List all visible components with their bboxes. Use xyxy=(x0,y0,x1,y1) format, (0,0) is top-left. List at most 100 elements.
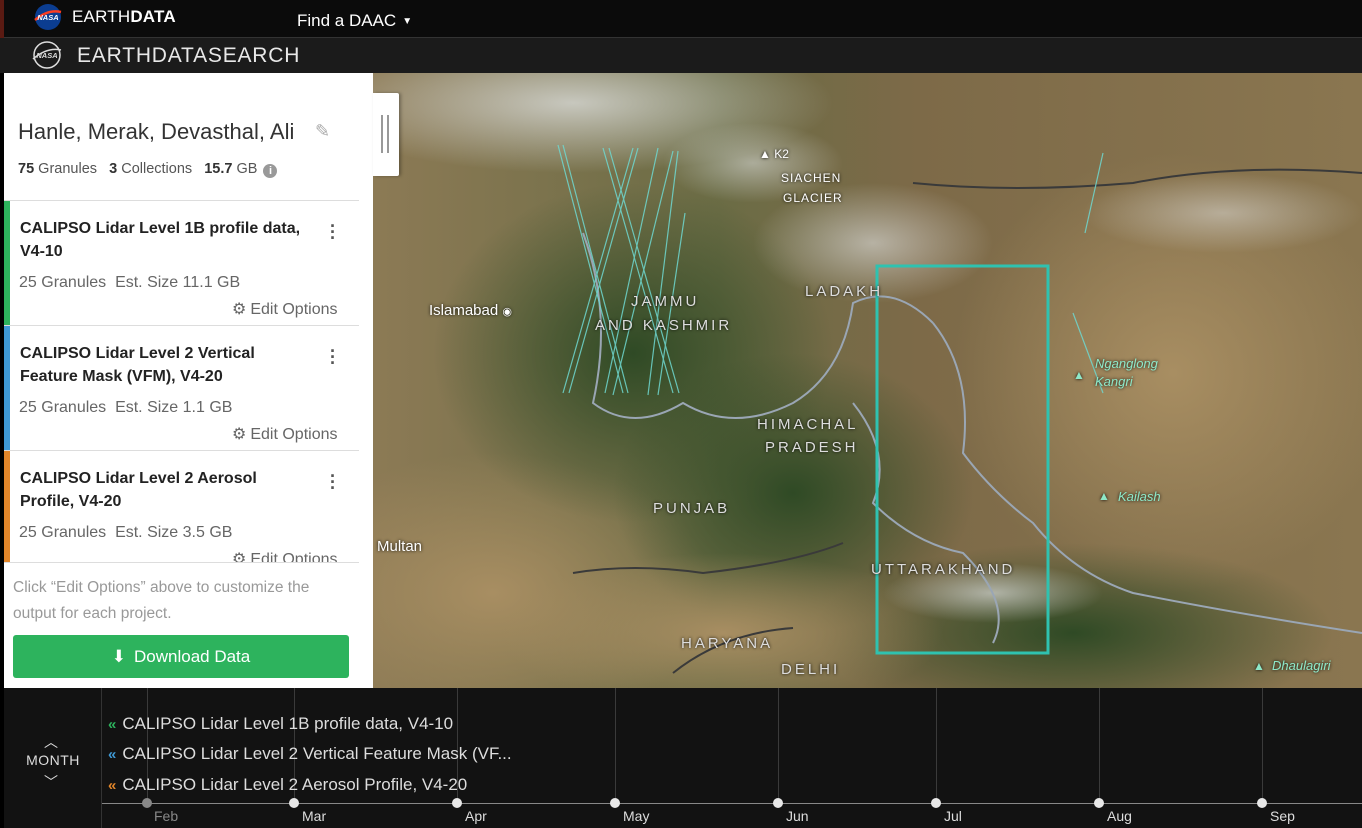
collection-size: Est. Size 3.5 GB xyxy=(115,524,233,541)
collection-meta: 25 Granules Est. Size 1.1 GB xyxy=(19,399,232,417)
more-options-icon[interactable]: · · · xyxy=(330,467,336,497)
collection-size: Est. Size 11.1 GB xyxy=(115,274,241,291)
collection-label: Collections xyxy=(121,161,193,177)
map-label-islamabad: Islamabad ◉ xyxy=(429,302,512,319)
peak-icon: ▲ xyxy=(1073,368,1085,382)
map-label-punjab: PUNJAB xyxy=(653,500,731,517)
timeline-tick[interactable] xyxy=(1257,798,1267,808)
zoom-level-label: MONTH xyxy=(26,752,80,768)
timeline-gridline xyxy=(1099,688,1100,804)
map-label-k2: ▲ K2 xyxy=(759,147,789,161)
edit-options-hint: Click “Edit Options” above to customize … xyxy=(13,579,310,622)
nasa-logo-icon[interactable]: NASA xyxy=(32,3,64,31)
map-label-kailash: Kailash xyxy=(1118,489,1161,504)
collection-title[interactable]: CALIPSO Lidar Level 2 Vertical Feature M… xyxy=(20,342,310,388)
double-chevron-left-icon[interactable]: « xyxy=(108,716,116,733)
timeline-gridline xyxy=(778,688,779,804)
map-label-k2-text: K2 xyxy=(774,147,789,161)
capital-marker-icon: ◉ xyxy=(502,306,512,318)
timeline-tick[interactable] xyxy=(931,798,941,808)
info-icon[interactable]: i xyxy=(263,164,278,178)
collection-item[interactable]: CALIPSO Lidar Level 1B profile data, V4-… xyxy=(4,201,359,326)
timeline-tick[interactable] xyxy=(289,798,299,808)
nasa-meatball-outline-icon[interactable]: NASA xyxy=(30,40,64,70)
timeline[interactable]: ︿ MONTH ﹀ « CALIPSO Lidar Level 1B profil… xyxy=(4,688,1362,828)
map-label-ladakh: LADAKH xyxy=(805,283,884,300)
zoom-out-chevron-down-icon[interactable]: ﹀ xyxy=(44,772,58,792)
map-label-uttarakhand: UTTARAKHAND xyxy=(871,561,1016,578)
download-data-button[interactable]: ⬇ Download Data xyxy=(13,635,349,678)
collection-item[interactable]: CALIPSO Lidar Level 2 Aerosol Profile, V… xyxy=(4,451,359,576)
granule-label: Granules xyxy=(38,161,98,177)
timeline-month-label[interactable]: Apr xyxy=(465,808,487,824)
timeline-month-label[interactable]: Aug xyxy=(1107,808,1132,824)
project-title[interactable]: Hanle, Merak, Devasthal, Ali xyxy=(18,119,294,145)
collection-color-bar xyxy=(4,201,10,325)
earthdata-top-bar xyxy=(0,0,1362,38)
collection-granules: 25 Granules xyxy=(19,399,107,416)
top-accent-strip xyxy=(0,0,4,38)
edit-options-link[interactable]: ⚙ Edit Options xyxy=(232,424,338,444)
collection-item[interactable]: CALIPSO Lidar Level 2 Vertical Feature M… xyxy=(4,326,359,451)
panel-footer: Click “Edit Options” above to customize … xyxy=(4,562,359,688)
collection-title[interactable]: CALIPSO Lidar Level 1B profile data, V4-… xyxy=(20,217,310,263)
size-value: 15.7 xyxy=(204,161,233,177)
edit-pencil-icon[interactable]: ✎ xyxy=(315,121,337,143)
map-label-himachal: HIMACHAL xyxy=(757,416,859,433)
map-label-dhaulagiri: Dhaulagiri xyxy=(1272,658,1331,673)
map-label-delhi: DELHI xyxy=(781,661,841,678)
collection-size: Est. Size 1.1 GB xyxy=(115,399,233,416)
timeline-month-label[interactable]: Sep xyxy=(1270,808,1295,824)
map-label-islamabad-text: Islamabad xyxy=(429,302,499,319)
timeline-track[interactable]: « CALIPSO Lidar Level 2 Vertical Feature … xyxy=(108,744,512,764)
gear-icon: ⚙ xyxy=(232,301,247,318)
timeline-gridline xyxy=(936,688,937,804)
app-title-suffix: SEARCH xyxy=(207,44,301,67)
more-options-icon[interactable]: · · · xyxy=(330,217,336,247)
find-daac-menu[interactable]: Find a DAAC ▼ xyxy=(297,11,412,31)
timeline-month-label[interactable]: Mar xyxy=(302,808,326,824)
timeline-month-label[interactable]: Jul xyxy=(944,808,962,824)
download-label: Download Data xyxy=(134,646,251,666)
timeline-track-label: CALIPSO Lidar Level 1B profile data, V4-… xyxy=(122,714,454,733)
find-daac-label: Find a DAAC xyxy=(297,11,397,30)
app-title-prefix: EARTHDATA xyxy=(77,44,208,67)
double-chevron-left-icon[interactable]: « xyxy=(108,746,116,763)
double-chevron-left-icon[interactable]: « xyxy=(108,777,116,794)
map-label-jammu: JAMMU xyxy=(631,293,700,310)
edit-options-link[interactable]: ⚙ Edit Options xyxy=(232,299,338,319)
zoom-in-chevron-up-icon[interactable]: ︿ xyxy=(44,732,58,752)
active-pointer-caret xyxy=(349,383,359,403)
more-options-icon[interactable]: · · · xyxy=(330,342,336,372)
svg-text:NASA: NASA xyxy=(37,13,58,22)
brand-prefix: EARTH xyxy=(72,7,131,26)
peak-icon: ▲ xyxy=(759,147,771,161)
timeline-tick[interactable] xyxy=(610,798,620,808)
timeline-month-label[interactable]: Feb xyxy=(154,808,178,824)
collection-count: 3 xyxy=(109,161,118,177)
download-icon: ⬇ xyxy=(111,646,126,666)
earthdata-brand[interactable]: EARTHDATA xyxy=(72,7,176,27)
timeline-month-label[interactable]: Jun xyxy=(786,808,809,824)
timeline-tick[interactable] xyxy=(452,798,462,808)
project-panel: Hanle, Merak, Devasthal, Ali ✎ 75 Granul… xyxy=(4,73,359,688)
timeline-gridline xyxy=(1262,688,1263,804)
handle-grip xyxy=(381,115,383,153)
caret-down-icon: ▼ xyxy=(402,16,413,28)
map-view[interactable]: SIACHEN GLACIER ▲ K2 LADAKH JAMMU AND KA… xyxy=(373,73,1362,688)
app-title[interactable]: EARTHDATASEARCH xyxy=(77,44,300,68)
timeline-tick[interactable] xyxy=(142,798,152,808)
timeline-track-label: CALIPSO Lidar Level 2 Aerosol Profile, V… xyxy=(122,775,468,794)
collection-title[interactable]: CALIPSO Lidar Level 2 Aerosol Profile, V… xyxy=(20,467,310,513)
panel-resize-handle[interactable] xyxy=(373,93,399,176)
timeline-track[interactable]: « CALIPSO Lidar Level 1B profile data, V4… xyxy=(108,714,453,734)
timeline-track[interactable]: « CALIPSO Lidar Level 2 Aerosol Profile, … xyxy=(108,775,467,795)
brand-suffix: DATA xyxy=(130,7,176,26)
timeline-tick[interactable] xyxy=(773,798,783,808)
collection-meta: 25 Granules Est. Size 11.1 GB xyxy=(19,274,240,292)
map-label-siachen: SIACHEN xyxy=(781,171,842,185)
collection-color-bar xyxy=(4,451,10,575)
timeline-tick[interactable] xyxy=(1094,798,1104,808)
timeline-month-label[interactable]: May xyxy=(623,808,649,824)
collection-meta: 25 Granules Est. Size 3.5 GB xyxy=(19,524,232,542)
